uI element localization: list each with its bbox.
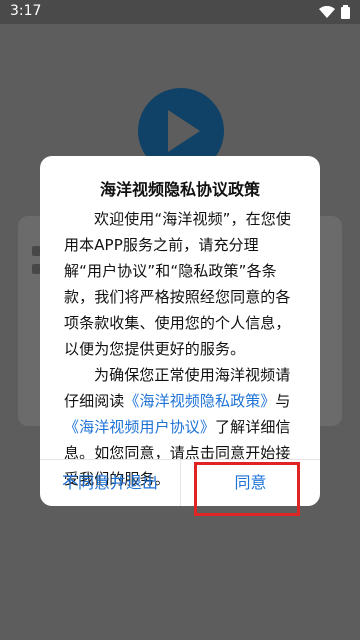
dialog-paragraph-intro: 欢迎使用“海洋视频”，在您使用本APP服务之前，请充分理解“用户协议”和“隐私政… [64, 210, 291, 358]
agree-button[interactable]: 同意 [181, 459, 320, 506]
user-agreement-link[interactable]: 《海洋视频用户协议》 [64, 418, 215, 436]
conjunction-text: 与 [275, 392, 291, 410]
wifi-icon [319, 5, 335, 22]
status-time: 3:17 [10, 3, 42, 19]
dialog-body: 欢迎使用“海洋视频”，在您使用本APP服务之前，请充分理解“用户协议”和“隐私政… [64, 206, 296, 492]
dialog-title: 海洋视频隐私协议政策 [99, 180, 260, 199]
decline-exit-button[interactable]: 不同意并退出 [40, 459, 180, 506]
privacy-dialog: 海洋视频隐私协议政策 欢迎使用“海洋视频”，在您使用本APP服务之前，请充分理解… [40, 156, 320, 506]
battery-icon [341, 5, 350, 23]
status-icons [319, 5, 350, 23]
status-bar: 3:17 [0, 0, 360, 24]
privacy-policy-link[interactable]: 《海洋视频隐私政策》 [124, 392, 275, 410]
